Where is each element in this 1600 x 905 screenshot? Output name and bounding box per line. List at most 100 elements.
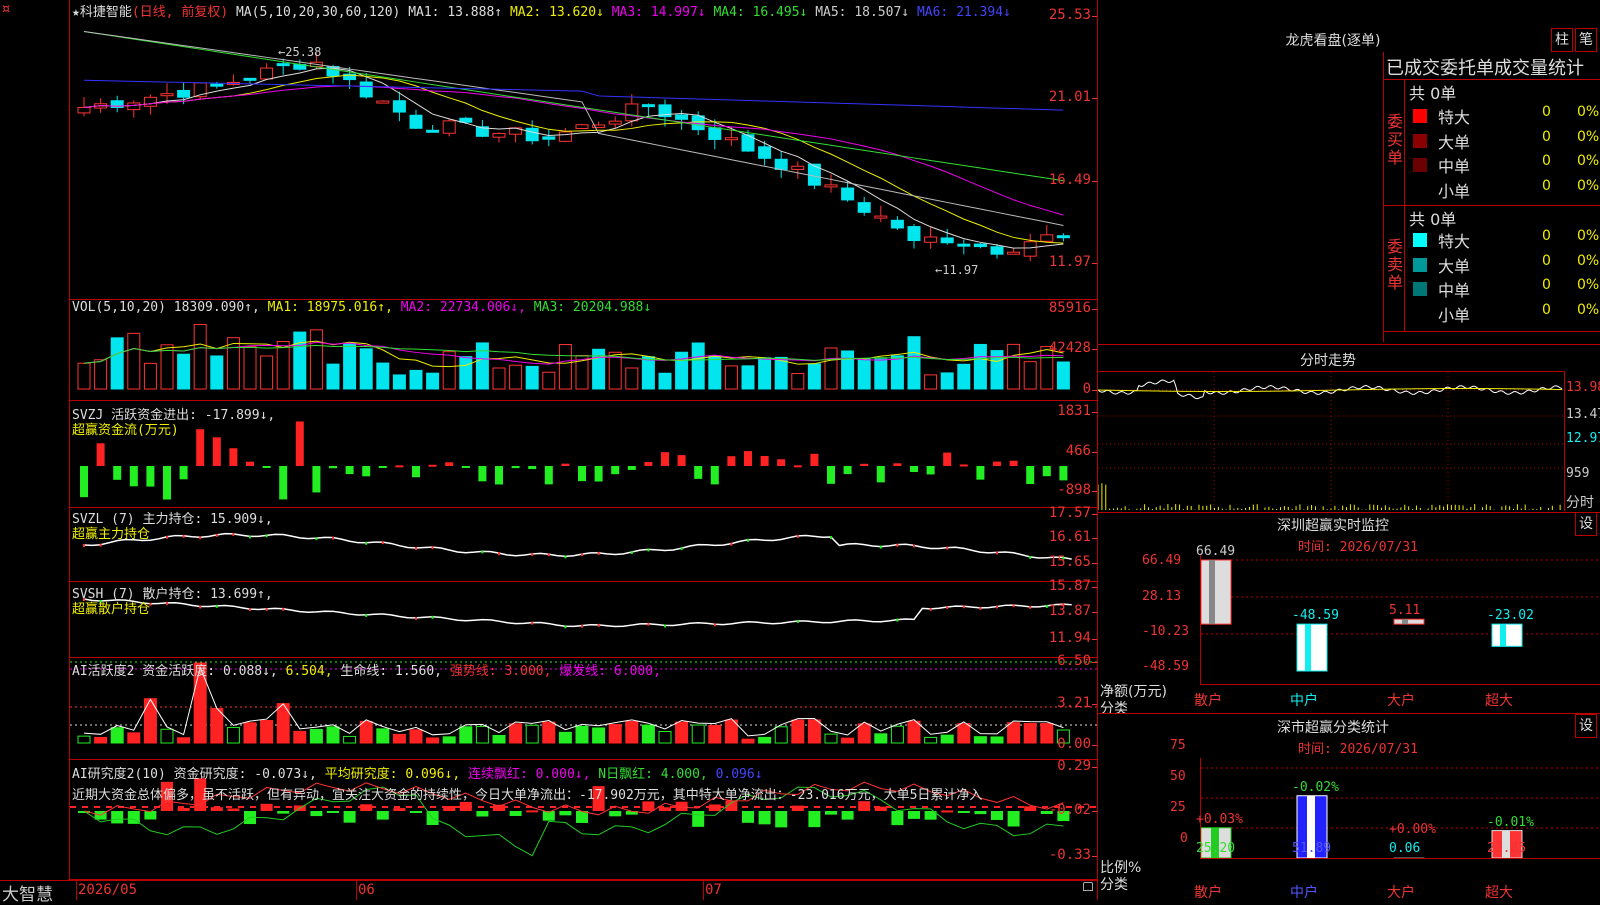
- monitor-category-label: 大户: [1387, 690, 1415, 710]
- ai-active-bar: [327, 727, 339, 743]
- right-panel[interactable]: 龙虎看盘(逐单) 柱 笔 已成交委托单成交量统计 委买单 共 0单 特大00%大…: [1098, 0, 1600, 900]
- y-axis-label: 11.97: [1049, 254, 1091, 270]
- fund-flow-bar: [727, 456, 735, 466]
- main-holding-line-tick: [946, 547, 948, 550]
- sz-classify-settings-button[interactable]: 设: [1575, 714, 1597, 738]
- y-axis-tick: [1092, 856, 1097, 857]
- main-holding-line-tick: [880, 546, 882, 549]
- classify-y-label: 0: [1180, 831, 1188, 846]
- chart-area[interactable]: ¤ ★科捷智能(日线, 前复权) MA(5,10,20,30,60,120) M…: [0, 0, 1097, 900]
- candle-body: [991, 247, 1003, 254]
- y-axis-label: 25.53: [1049, 7, 1091, 23]
- sz-monitor-settings-button[interactable]: 设: [1575, 512, 1597, 536]
- research-bar: [377, 811, 389, 820]
- fund-flow-bar: [495, 466, 503, 484]
- y-axis-tick: [1092, 452, 1097, 453]
- classify-category-label: 中户: [1290, 882, 1318, 902]
- candle-body: [144, 97, 156, 106]
- fund-flow-bar: [595, 466, 603, 482]
- x-axis-tick: [356, 880, 357, 900]
- intraday-chart-frame[interactable]: [1098, 371, 1565, 511]
- ma-legend-item: MA4: 16.495↓: [713, 5, 815, 20]
- volume-bar: [526, 366, 538, 389]
- ai-active-bar: [908, 721, 920, 743]
- y-axis-label: 42428: [1049, 340, 1091, 356]
- research-bar: [759, 811, 771, 824]
- vol-legend-head: VOL(5,10,20): [72, 300, 166, 315]
- candle-body: [825, 185, 837, 187]
- sell-divider: [1404, 206, 1405, 332]
- price-legend: ★科捷智能(日线, 前复权) MA(5,10,20,30,60,120) MA1…: [72, 1, 1011, 20]
- y-axis-label: 21.01: [1049, 89, 1091, 105]
- volume-bar: [808, 364, 820, 389]
- ai-active-bar: [642, 725, 654, 743]
- order-pct: 0%: [1577, 228, 1599, 244]
- research-bar: [958, 811, 970, 813]
- fund-flow-bar: [860, 464, 868, 466]
- y-axis-tick: [1092, 349, 1097, 350]
- fund-flow-bar: [263, 466, 271, 468]
- research-bar: [493, 805, 505, 811]
- candle-body: [958, 244, 970, 246]
- retail-holding-line-tick: [432, 616, 434, 619]
- main-holding-line-tick: [647, 548, 649, 551]
- order-pct: 0%: [1577, 153, 1599, 169]
- y-axis-tick: [1092, 704, 1097, 705]
- retail-holding-line-tick: [797, 620, 799, 623]
- retail-holding-line-tick: [166, 602, 168, 605]
- retail-holding-line-tick: [963, 605, 965, 608]
- volume-bar: [510, 365, 522, 389]
- ai-active-bar: [261, 721, 273, 743]
- candle-body: [277, 64, 289, 66]
- price-panel[interactable]: [70, 0, 1097, 300]
- fund-flow-bar: [196, 429, 204, 466]
- monitor-bar: [1492, 624, 1522, 646]
- ma-legend-item: MA6: 21.394↓: [917, 5, 1011, 20]
- research-bar: [808, 811, 820, 827]
- stroke-mode-button[interactable]: 笔: [1575, 28, 1597, 52]
- classify-change-label: +0.00%: [1389, 822, 1436, 837]
- classify-y-label: 75: [1170, 738, 1186, 753]
- research-bar: [344, 811, 356, 823]
- volume-bar: [443, 352, 455, 389]
- app-logo-icon[interactable]: ¤: [2, 2, 10, 17]
- retail-holding-line-tick: [930, 608, 932, 611]
- fund-flow-bar: [927, 466, 935, 474]
- fund-flow-bar: [711, 466, 719, 484]
- retail-holding-line-tick: [714, 623, 716, 626]
- order-stats-header: 已成交委托单成交量统计: [1386, 54, 1584, 80]
- ai-active-bar: [476, 726, 488, 743]
- ai-active-bar: [95, 737, 107, 743]
- retail-holding-line-tick: [946, 606, 948, 609]
- order-row: 小单00%: [1409, 302, 1599, 326]
- ma-legend-item: MA5: 18.507↓: [815, 5, 917, 20]
- ai-active-bar: [709, 725, 721, 743]
- sz-monitor-chart-frame[interactable]: [1200, 555, 1600, 685]
- lock-icon[interactable]: [1083, 882, 1093, 891]
- main-holding-sub: 超赢主力持仓: [72, 523, 150, 542]
- fund-flow-bar: [429, 465, 437, 467]
- volume-bar: [227, 338, 239, 389]
- fund-flow-bar: [810, 454, 818, 466]
- ai-active-bar: [410, 730, 422, 743]
- volume-bar: [344, 344, 356, 389]
- candle-body: [1041, 235, 1053, 241]
- fund-flow-bar: [462, 466, 470, 468]
- x-axis-label: 2026/05: [78, 882, 137, 898]
- ai-active-bar: [991, 737, 1003, 743]
- monitor-bar: [1297, 624, 1327, 671]
- retail-holding-line-tick: [996, 605, 998, 608]
- order-row: 中单00%: [1409, 153, 1599, 177]
- order-row: 中单00%: [1409, 277, 1599, 301]
- volume-bar: [1024, 362, 1036, 389]
- volume-bar: [626, 368, 638, 389]
- sz-monitor-bottom: [1098, 713, 1600, 714]
- bar-mode-button[interactable]: 柱: [1551, 28, 1573, 52]
- main-holding-line-tick: [432, 546, 434, 549]
- ai-active-bar: [144, 699, 156, 743]
- research-bar: [875, 807, 887, 811]
- fund-flow-bar: [379, 466, 387, 468]
- volume-bar: [825, 348, 837, 389]
- x-axis-label: 06: [358, 882, 375, 898]
- dragon-tiger-title: 龙虎看盘(逐单): [1098, 30, 1568, 50]
